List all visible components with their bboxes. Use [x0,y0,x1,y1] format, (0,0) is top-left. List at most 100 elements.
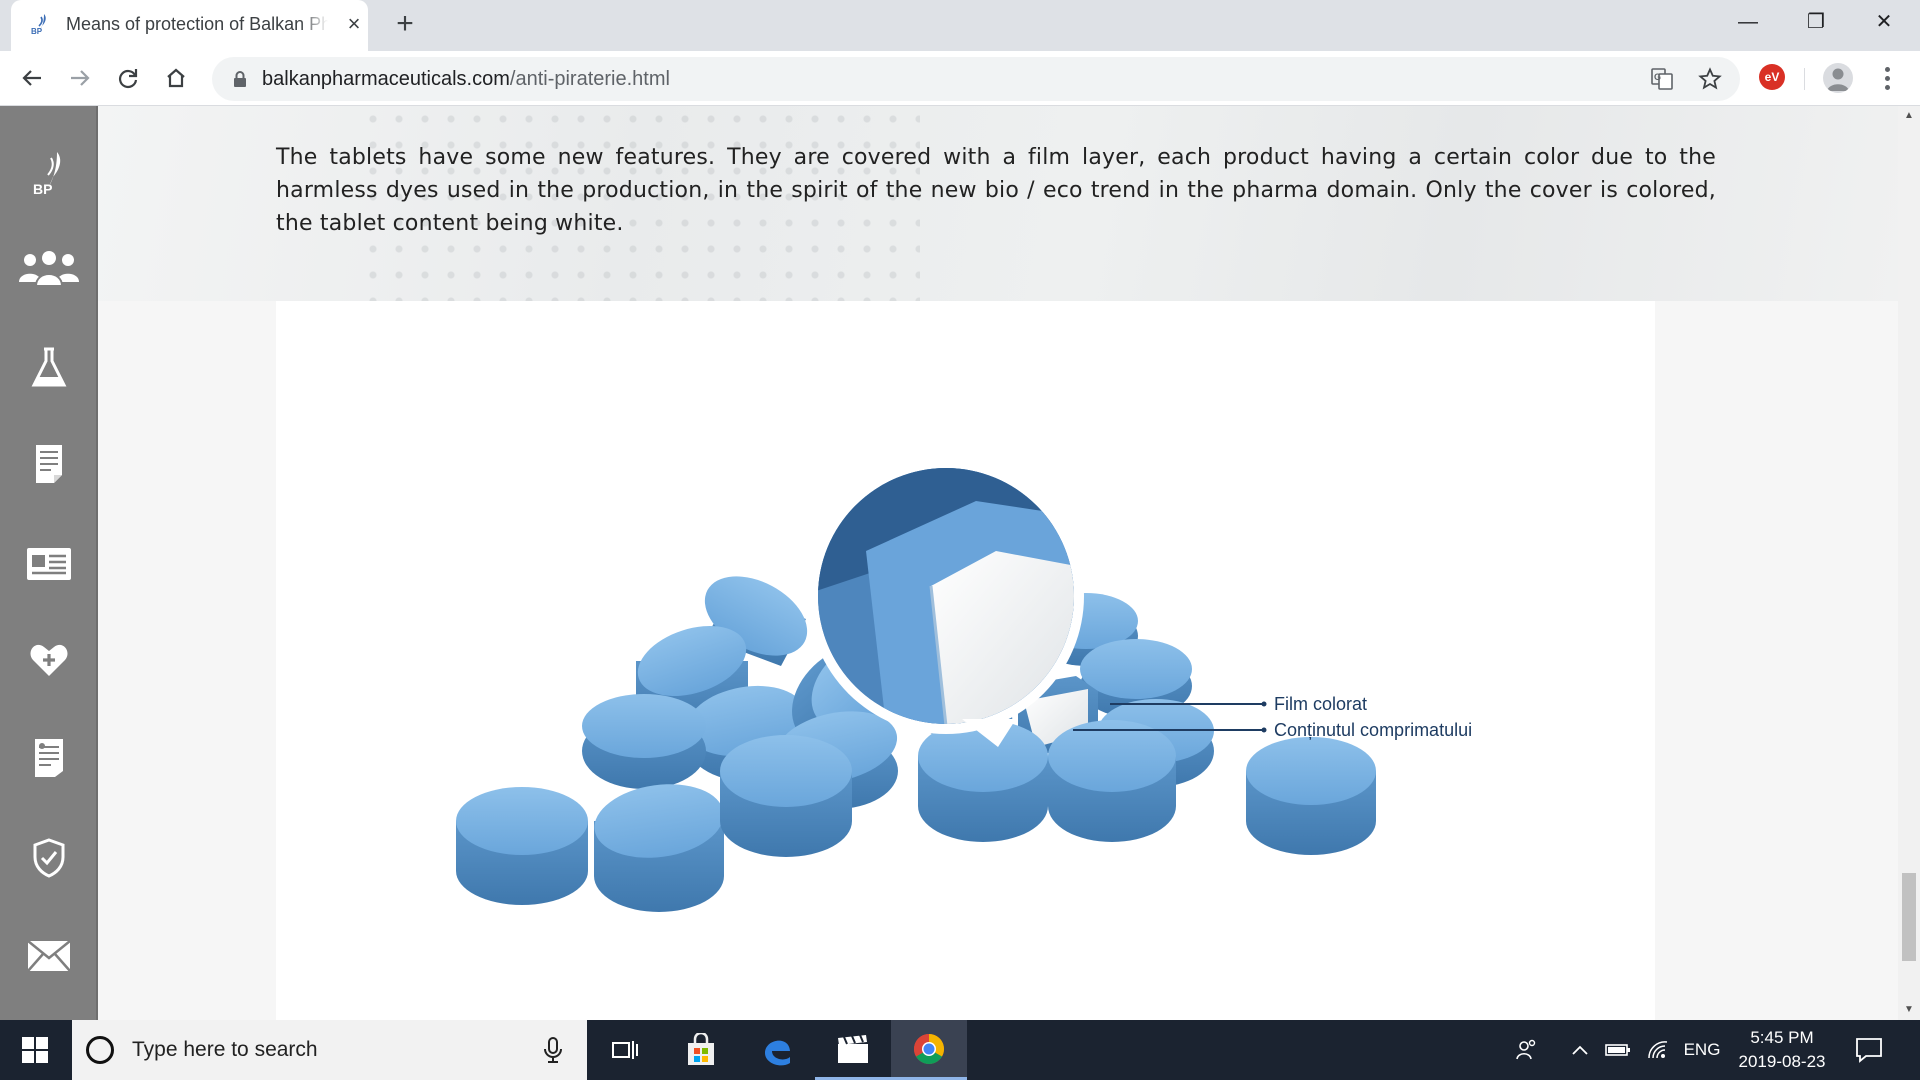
chrome-app-button[interactable] [891,1020,967,1080]
label-tablet-content: Conținutul comprimatului [1274,720,1473,740]
page-viewport: BP The tablets have some new features. T… [0,106,1920,1020]
translate-icon: G [1651,68,1673,90]
sidebar-item-home[interactable]: BP [0,144,98,204]
profile-avatar[interactable] [1823,63,1853,93]
store-icon [688,1033,714,1065]
heart-plus-icon [30,644,68,676]
back-button[interactable] [13,59,51,97]
system-clock[interactable]: 5:45 PM 2019-08-23 [1730,1026,1834,1074]
extension-icon[interactable]: eV [1759,64,1785,90]
url-domain: balkanpharmaceuticals.com [262,68,510,90]
notification-center-icon[interactable] [1854,1036,1884,1064]
callout-dot [1261,701,1267,707]
label-film-colorat: Film colorat [1274,694,1368,714]
menu-dot [1884,66,1890,72]
url-path: /anti-piraterie.html [509,68,670,90]
people-button[interactable] [1512,1020,1542,1080]
sidebar-item-protection[interactable] [0,828,98,888]
battery-button[interactable] [1604,1020,1632,1080]
browser-toolbar: balkanpharmaceuticals.com/anti-piraterie… [0,51,1920,106]
sidebar-item-contact[interactable] [0,926,98,986]
store-app-button[interactable] [663,1020,739,1080]
logo-icon: BP [33,152,61,197]
flask-icon [31,347,67,387]
address-bar[interactable]: balkanpharmaceuticals.com/anti-piraterie… [212,57,1740,101]
url-text: balkanpharmaceuticals.com/anti-piraterie… [262,68,670,91]
arrow-right-icon [71,70,90,86]
tablet [720,735,852,857]
document-icon [36,445,62,483]
home-button[interactable] [157,59,195,97]
show-hidden-icons-button[interactable] [1568,1020,1592,1080]
cortana-icon [86,1036,114,1064]
task-view-button[interactable] [587,1020,663,1080]
menu-dot [1884,84,1890,90]
translate-button[interactable]: G [1649,66,1675,92]
battery-icon [1605,1044,1630,1056]
reload-icon [118,69,138,89]
shield-check-icon [33,838,65,878]
taskbar-search-box[interactable]: Type here to search [72,1020,587,1080]
video-editor-app-button[interactable] [815,1020,891,1080]
tab-title: Means of protection of Balkan Pharmaceut… [66,14,328,36]
clock-time: 5:45 PM [1750,1028,1814,1047]
tablet [582,694,706,789]
page-scrollbar[interactable]: ▲ ▼ [1898,106,1920,1020]
svg-text:BP: BP [31,27,43,36]
edge-icon [765,1040,790,1066]
reload-button[interactable] [109,59,147,97]
windows-logo-icon [22,1037,48,1063]
clapperboard-icon [838,1034,868,1063]
tablet [1246,737,1376,855]
lock-icon [234,71,246,87]
envelope-icon [27,940,71,972]
intro-paragraph: The tablets have some new features. They… [276,145,1716,236]
sidebar-nav: BP [0,106,98,1020]
language-indicator[interactable]: ENG [1682,1020,1722,1080]
callout-dot [1261,727,1267,733]
windows-taskbar: Type here to search ENG 5:45 PM 2019-08-… [0,1020,1920,1080]
tab-close-icon[interactable]: × [341,11,367,37]
close-window-button[interactable]: ✕ [1850,0,1918,44]
sidebar-item-news[interactable] [0,534,98,594]
person-icon [1827,68,1849,91]
svg-text:BP: BP [33,181,52,197]
chrome-icon [913,1033,945,1064]
wifi-icon [1648,1041,1668,1059]
sidebar-item-certificates[interactable] [0,728,98,788]
edge-app-button[interactable] [739,1020,815,1080]
start-button[interactable] [0,1020,70,1080]
menu-dot [1884,75,1890,81]
bookmark-star-button[interactable] [1697,66,1723,92]
scrollbar-thumb[interactable] [1902,873,1916,961]
minimize-button[interactable]: — [1714,0,1782,44]
id-card-icon [27,548,71,580]
people-icon [19,251,79,287]
people-tray-icon [1516,1039,1536,1060]
maximize-button[interactable]: ❐ [1782,0,1850,44]
forward-button[interactable] [61,59,99,97]
new-tab-button[interactable]: + [389,9,421,41]
browser-tab[interactable]: BP Means of protection of Balkan Pharmac… [11,0,368,51]
wifi-button[interactable] [1644,1020,1672,1080]
task-view-icon [612,1041,638,1059]
sidebar-item-health[interactable] [0,630,98,690]
sidebar-item-about[interactable] [0,240,98,300]
scroll-up-arrow-icon[interactable]: ▲ [1898,106,1920,126]
tablet-illustration: Film colorat Conținutul comprimatului [276,301,1655,1020]
home-icon [167,68,185,88]
clock-date: 2019-08-23 [1738,1052,1826,1071]
sidebar-item-products[interactable] [0,338,98,398]
tablet [456,787,588,905]
search-placeholder: Type here to search [132,1038,318,1061]
arrow-left-icon [22,70,41,86]
star-icon [1698,67,1722,90]
chevron-up-icon [1572,1045,1588,1055]
certificate-icon [35,739,63,777]
microphone-icon[interactable] [542,1036,564,1064]
site-favicon-icon: BP [31,14,46,36]
scroll-down-arrow-icon[interactable]: ▼ [1898,1000,1920,1020]
browser-menu-button[interactable] [1874,62,1900,94]
sidebar-item-documents[interactable] [0,434,98,494]
svg-text:G: G [1654,72,1661,82]
